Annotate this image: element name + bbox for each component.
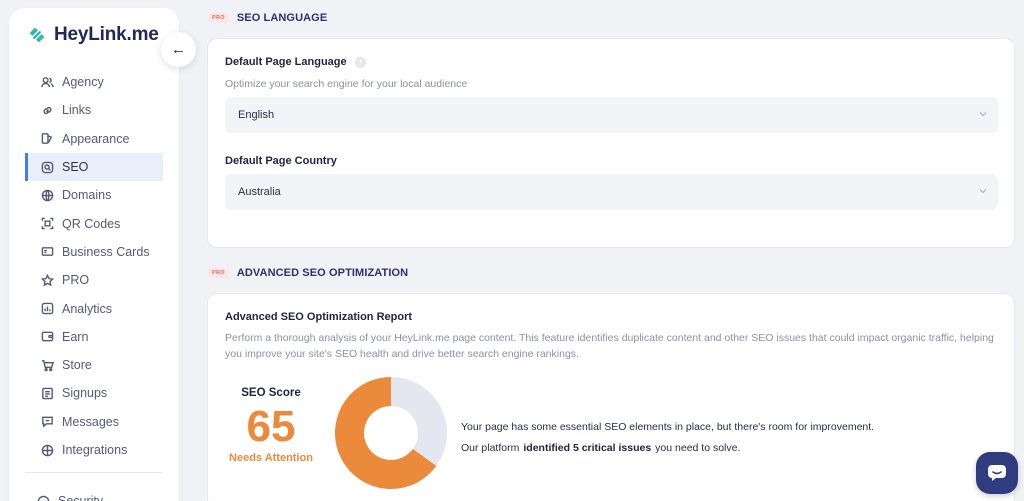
arrow-left-icon: ← bbox=[171, 41, 186, 58]
seo-search-icon bbox=[40, 160, 54, 174]
language-label: Default Page Language? bbox=[225, 56, 366, 68]
help-icon[interactable]: ? bbox=[354, 56, 366, 68]
seo-language-card: Default Page Language? Optimize your sea… bbox=[207, 38, 1015, 248]
sidebar-item-label: Business Cards bbox=[62, 244, 150, 259]
star-icon bbox=[40, 273, 54, 287]
sidebar-item-label: QR Codes bbox=[62, 216, 121, 231]
section-title: ADVANCED SEO OPTIMIZATION bbox=[236, 267, 409, 279]
pro-badge: PRO bbox=[208, 13, 229, 23]
wallet-icon bbox=[40, 330, 54, 344]
sidebar-item-messages[interactable]: Messages bbox=[25, 408, 163, 436]
sidebar-nav: Agency Links Appearance SEO Domains QR Codes B… bbox=[25, 68, 163, 464]
pro-badge: PRO bbox=[208, 268, 229, 278]
advanced-seo-card: Advanced SEO Optimization Report Perform… bbox=[207, 293, 1015, 501]
sidebar-item-label: Domains bbox=[62, 188, 112, 203]
advanced-seo-header: PRO ADVANCED SEO OPTIMIZATION bbox=[208, 267, 408, 279]
sidebar-item-analytics[interactable]: Analytics bbox=[25, 294, 163, 322]
seo-issues-summary: Our platform identified 5 critical issues… bbox=[461, 442, 741, 454]
seo-language-header: PRO SEO LANGUAGE bbox=[208, 12, 327, 24]
brand-name: HeyLink.me bbox=[54, 24, 159, 45]
sidebar: HeyLink.me Agency Links Appearance SEO Domai… bbox=[9, 8, 179, 501]
chat-support-button[interactable] bbox=[976, 452, 1018, 494]
sidebar-item-links[interactable]: Links bbox=[25, 96, 163, 124]
language-select[interactable]: English bbox=[225, 97, 998, 133]
sidebar-item-business-cards[interactable]: Business Cards bbox=[25, 238, 163, 266]
signup-icon bbox=[40, 386, 54, 400]
sidebar-item-label: Analytics bbox=[62, 301, 113, 316]
sidebar-item-label: Security bbox=[58, 494, 104, 501]
report-title: Advanced SEO Optimization Report bbox=[225, 311, 413, 323]
link-icon bbox=[40, 103, 54, 117]
heylink-logo-icon bbox=[29, 27, 45, 43]
chevron-down-icon bbox=[979, 189, 987, 194]
sidebar-item-store[interactable]: Store bbox=[25, 351, 163, 379]
palette-icon bbox=[40, 132, 54, 146]
sidebar-item-appearance[interactable]: Appearance bbox=[25, 125, 163, 153]
seo-score: SEO Score 65 Needs Attention bbox=[226, 387, 316, 465]
users-icon bbox=[40, 75, 54, 89]
country-select-value: Australia bbox=[238, 186, 281, 198]
donut-remainder-segment bbox=[391, 377, 447, 466]
sidebar-item-label: Agency bbox=[62, 75, 104, 90]
logo[interactable]: HeyLink.me bbox=[26, 24, 159, 46]
sidebar-item-signups[interactable]: Signups bbox=[25, 379, 163, 407]
sidebar-item-label: Signups bbox=[62, 386, 108, 401]
integrations-icon bbox=[40, 443, 54, 457]
report-description: Perform a thorough analysis of your HeyL… bbox=[225, 332, 994, 360]
sidebar-item-seo[interactable]: SEO bbox=[25, 152, 163, 182]
sidebar-item-integrations[interactable]: Integrations bbox=[25, 436, 163, 464]
section-title: SEO LANGUAGE bbox=[236, 12, 328, 24]
sidebar-item-earn[interactable]: Earn bbox=[25, 323, 163, 351]
sidebar-item-agency[interactable]: Agency bbox=[25, 68, 163, 96]
cart-icon bbox=[40, 358, 54, 372]
country-label: Default Page Country bbox=[225, 155, 337, 167]
critical-issues-count: identified 5 critical issues bbox=[523, 442, 652, 454]
sidebar-item-label: Messages bbox=[62, 414, 119, 429]
sidebar-item-pro[interactable]: PRO bbox=[25, 266, 163, 294]
sidebar-item-label: Links bbox=[62, 103, 92, 118]
country-select[interactable]: Australia bbox=[225, 174, 998, 210]
language-select-value: English bbox=[238, 109, 275, 121]
chat-icon bbox=[988, 465, 1006, 481]
seo-score-label: SEO Score bbox=[241, 387, 301, 399]
seo-score-donut bbox=[335, 377, 447, 489]
shield-icon bbox=[36, 494, 50, 501]
sidebar-item-label: Integrations bbox=[62, 443, 128, 457]
seo-summary: Your page has some essential SEO element… bbox=[461, 421, 875, 433]
globe-icon bbox=[40, 188, 54, 202]
sidebar-item-label: Appearance bbox=[62, 131, 130, 146]
sidebar-item-security[interactable]: Security bbox=[36, 494, 103, 501]
sidebar-item-domains[interactable]: Domains bbox=[25, 181, 163, 209]
business-card-icon bbox=[40, 245, 54, 259]
messages-icon bbox=[40, 415, 54, 429]
sidebar-item-label: Store bbox=[62, 358, 92, 373]
sidebar-item-label: Earn bbox=[62, 329, 89, 344]
collapse-sidebar-button[interactable]: ← bbox=[161, 32, 196, 67]
sidebar-divider bbox=[25, 472, 163, 473]
analytics-icon bbox=[40, 302, 54, 316]
chevron-down-icon bbox=[979, 112, 987, 117]
seo-score-value: 65 bbox=[246, 402, 296, 451]
sidebar-item-qr-codes[interactable]: QR Codes bbox=[25, 209, 163, 237]
language-description: Optimize your search engine for your loc… bbox=[225, 78, 468, 90]
sidebar-item-label: PRO bbox=[62, 273, 90, 288]
qr-code-icon bbox=[40, 217, 54, 231]
sidebar-item-label: SEO bbox=[62, 160, 89, 175]
seo-score-status: Needs Attention bbox=[229, 452, 313, 464]
